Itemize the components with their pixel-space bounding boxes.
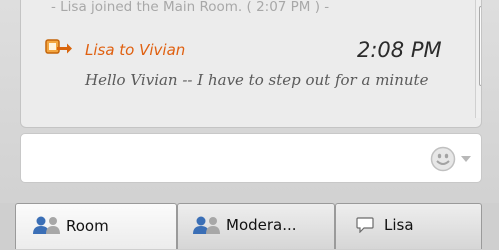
system-message: - Lisa joined the Main Room. ( 2:07 PM )… bbox=[51, 0, 330, 15]
tab-bar: Room Modera... Lisa bbox=[0, 203, 499, 250]
message-list[interactable]: - Lisa joined the Main Room. ( 2:07 PM )… bbox=[20, 0, 482, 128]
scrollbar-thumb[interactable] bbox=[479, 6, 481, 86]
tab-room-label: Room bbox=[66, 217, 109, 235]
speech-bubble-icon bbox=[356, 217, 374, 233]
private-message-icon bbox=[45, 39, 72, 54]
users-icon bbox=[193, 216, 220, 234]
chat-window: - Lisa joined the Main Room. ( 2:07 PM )… bbox=[0, 0, 499, 250]
chat-input-field[interactable] bbox=[20, 133, 482, 183]
tab-moderators[interactable]: Modera... bbox=[177, 203, 335, 249]
message-text: Hello Vivian -- I have to step out for a… bbox=[85, 71, 429, 89]
message-timestamp: 2:08 PM bbox=[357, 38, 442, 62]
message-sender: Lisa to Vivian bbox=[85, 41, 186, 59]
users-icon bbox=[33, 216, 60, 234]
tab-lisa[interactable]: Lisa bbox=[335, 203, 482, 249]
emoticon-dropdown-arrow-icon[interactable] bbox=[461, 156, 471, 162]
tab-moderators-label: Modera... bbox=[226, 216, 297, 234]
vertical-scrollbar[interactable] bbox=[475, 0, 481, 118]
smiley-icon[interactable] bbox=[430, 146, 456, 172]
tab-lisa-label: Lisa bbox=[384, 216, 414, 234]
tab-room[interactable]: Room bbox=[15, 203, 177, 249]
